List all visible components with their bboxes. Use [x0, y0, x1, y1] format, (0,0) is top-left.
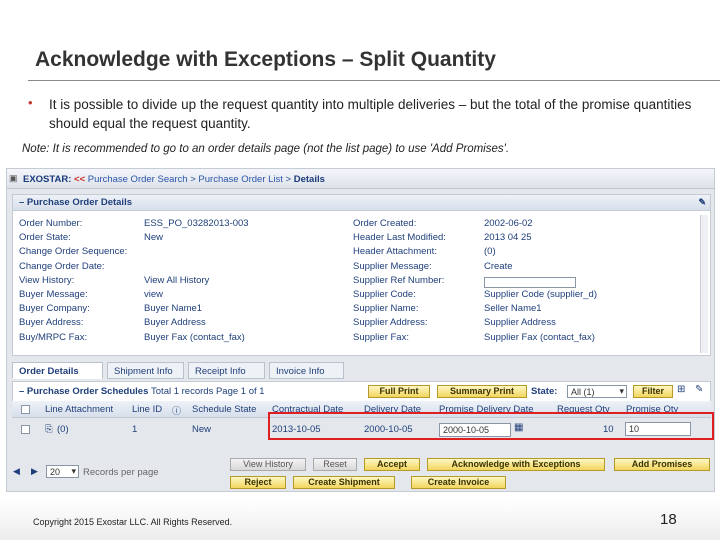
crumb-po-search[interactable]: Purchase Order Search [88, 174, 188, 185]
edit-icon[interactable]: ✎ [698, 197, 706, 208]
highlight-box [268, 412, 714, 440]
field-value: View All History [144, 274, 210, 286]
create-shipment-button[interactable]: Create Shipment [293, 476, 395, 489]
field-value: Buyer Fax (contact_fax) [144, 331, 245, 343]
tab-order-details[interactable]: Order Details [12, 362, 103, 379]
field-value: (0) [484, 246, 496, 258]
field-label: Supplier Name: [353, 303, 419, 315]
field-value: New [144, 232, 164, 244]
acknowledge-exceptions-button[interactable]: Acknowledge with Exceptions [427, 458, 605, 471]
export-icon[interactable]: ⊞ [677, 384, 685, 395]
tab-receipt-info[interactable]: Receipt Info [188, 362, 265, 379]
crumb-details: Details [293, 174, 325, 185]
field-value: 2013 04 25 [484, 232, 532, 244]
schedules-summary: Total 1 records Page 1 of 1 [151, 386, 265, 397]
schedules-title: – Purchase Order Schedules Total 1 recor… [19, 386, 265, 397]
tab-invoice-info[interactable]: Invoice Info [269, 362, 344, 379]
state-label: State: [531, 386, 558, 397]
field-label: Change Order Sequence: [19, 246, 128, 258]
field-value: Create [484, 260, 513, 272]
prev-page-icon[interactable]: ◀ [13, 466, 20, 477]
field-label: Supplier Code: [353, 289, 416, 300]
reject-button[interactable]: Reject [230, 476, 286, 489]
details-scrollbar[interactable] [700, 215, 708, 353]
row-checkbox[interactable] [21, 425, 30, 434]
field-label: Buyer Address: [19, 317, 84, 329]
note-text: Note: It is recommended to go to an orde… [22, 143, 510, 155]
supplier-ref-input[interactable] [484, 277, 576, 288]
state-select[interactable]: All (1) ▾ [567, 385, 627, 398]
per-page-select[interactable]: 20 ▾ [46, 465, 79, 478]
brand-name: EXOSTAR: [23, 174, 72, 185]
field-label: Supplier Address: [353, 317, 428, 329]
field-label: Header Attachment: [353, 246, 437, 258]
paperclip-icon[interactable]: ⎘ [45, 424, 53, 435]
page-number: 18 [660, 511, 677, 528]
app-menu-icon[interactable]: ▣ [9, 173, 18, 184]
next-page-icon[interactable]: ▶ [31, 466, 38, 477]
field-label: Order State: [19, 232, 71, 244]
field-label: Order Created: [353, 218, 417, 229]
create-invoice-button[interactable]: Create Invoice [411, 476, 506, 489]
tab-shipment-info[interactable]: Shipment Info [107, 362, 184, 379]
bullet-text: It is possible to divide up the request … [49, 97, 692, 131]
per-page-label: Records per page [83, 467, 159, 478]
field-label: Supplier Message: [353, 260, 432, 272]
field-value: Buyer Name1 [144, 303, 203, 315]
crumb-po-list[interactable]: Purchase Order List [198, 174, 282, 185]
col-line-attachment[interactable]: Line Attachment [45, 404, 113, 415]
field-label: Header Last Modified: [353, 232, 446, 244]
col-line-id[interactable]: Line ID [132, 404, 162, 415]
chevron-down-icon: ▾ [71, 466, 76, 476]
info-icon: ⓘ [172, 406, 182, 416]
field-value: Supplier Fax (contact_fax) [484, 331, 595, 343]
row-state: New [192, 424, 212, 435]
app-header-bar: ▣ EXOSTAR: << Purchase Order Search > Pu… [7, 169, 714, 189]
row-line-id: 1 [132, 424, 138, 435]
field-label: Supplier Fax: [353, 331, 409, 343]
po-details-panel: – Purchase Order Details ✎ Order Number:… [12, 194, 711, 356]
field-label: Supplier Ref Number: [353, 274, 445, 286]
field-value: 2002-06-02 [484, 218, 533, 229]
field-label: Buy/MRPC Fax: [19, 331, 88, 343]
summary-print-button[interactable]: Summary Print [437, 385, 527, 398]
filter-button[interactable]: Filter [633, 385, 673, 398]
field-label: View History: [19, 274, 75, 286]
col-schedule-state[interactable]: Schedule State [192, 404, 256, 415]
po-details-title: – Purchase Order Details [19, 197, 132, 208]
crumb-separator: > [190, 174, 196, 185]
field-value: view [144, 289, 164, 300]
field-label: Order Number: [19, 218, 83, 229]
field-label: Change Order Date: [19, 260, 105, 272]
title-divider [28, 80, 720, 81]
slide-title: Acknowledge with Exceptions – Split Quan… [35, 48, 496, 71]
reset-button[interactable]: Reset [313, 458, 357, 471]
back-link[interactable]: << [74, 174, 85, 185]
crumb-separator: > [285, 174, 292, 185]
row-attachment-count[interactable]: (0) [57, 424, 69, 435]
view-history-button[interactable]: View History [230, 458, 306, 471]
field-label: Buyer Company: [19, 303, 90, 315]
chevron-down-icon: ▾ [619, 386, 624, 396]
bullet-mark: • [28, 95, 33, 110]
breadcrumb: EXOSTAR: << Purchase Order Search > Purc… [23, 174, 325, 185]
po-details-header: – Purchase Order Details ✎ [13, 195, 710, 211]
add-promises-button[interactable]: Add Promises [614, 458, 710, 471]
field-value: Seller Name1 [484, 303, 542, 315]
copyright: Copyright 2015 Exostar LLC. All Rights R… [33, 517, 233, 527]
field-label: Buyer Message: [19, 289, 88, 300]
full-print-button[interactable]: Full Print [368, 385, 430, 398]
field-value: Supplier Address [484, 317, 556, 329]
field-value: ESS_PO_03282013-003 [144, 218, 249, 229]
schedules-header: – Purchase Order Schedules Total 1 recor… [12, 381, 711, 401]
app-screenshot: ▣ EXOSTAR: << Purchase Order Search > Pu… [6, 168, 715, 492]
accept-button[interactable]: Accept [364, 458, 420, 471]
field-value: Buyer Address [144, 317, 206, 329]
edit-icon[interactable]: ✎ [695, 384, 703, 395]
field-value: Supplier Code (supplier_d) [484, 289, 598, 300]
select-all-checkbox[interactable] [21, 405, 30, 414]
